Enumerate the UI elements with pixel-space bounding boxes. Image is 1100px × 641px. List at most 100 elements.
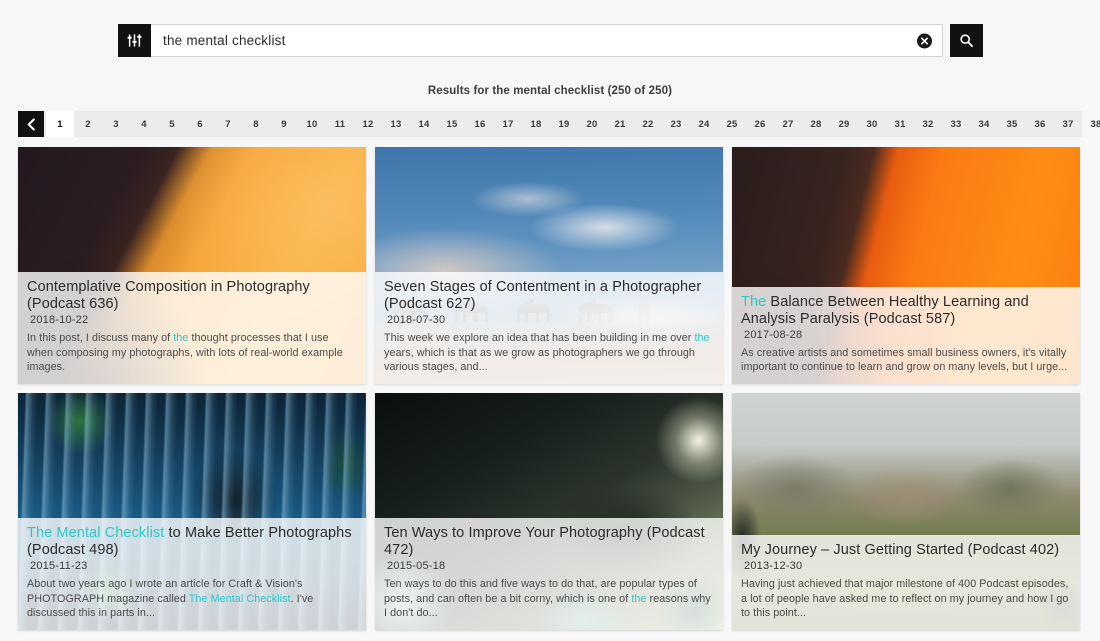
card-date: 2018-10-22 <box>30 314 357 326</box>
card-title-highlight: The <box>741 294 766 310</box>
card-title[interactable]: The Balance Between Healthy Learning and… <box>741 294 1071 328</box>
chevron-left-icon <box>26 118 37 131</box>
pagination-page-13[interactable]: 13 <box>382 111 410 137</box>
pagination-page-38[interactable]: 38 <box>1082 111 1100 137</box>
pagination-page-31[interactable]: 31 <box>886 111 914 137</box>
card-excerpt-highlight: the <box>694 332 709 344</box>
sliders-icon <box>127 33 142 48</box>
pagination-page-28[interactable]: 28 <box>802 111 830 137</box>
pagination-page-15[interactable]: 15 <box>438 111 466 137</box>
card-title-text: Balance Between Healthy Learning and Ana… <box>741 294 1029 327</box>
pagination-page-5[interactable]: 5 <box>158 111 186 137</box>
card-text-overlay: My Journey – Just Getting Started (Podca… <box>732 535 1080 630</box>
card-date: 2015-05-18 <box>387 560 714 572</box>
pagination-page-26[interactable]: 26 <box>746 111 774 137</box>
result-card[interactable]: Seven Stages of Contentment in a Photogr… <box>375 147 723 384</box>
pagination-page-21[interactable]: 21 <box>606 111 634 137</box>
card-excerpt-text: This week we explore an idea that has be… <box>384 332 694 344</box>
card-excerpt: About two years ago I wrote an article f… <box>27 577 357 620</box>
card-excerpt-text: In this post, I discuss many of <box>27 332 173 344</box>
pagination-page-4[interactable]: 4 <box>130 111 158 137</box>
pagination-page-25[interactable]: 25 <box>718 111 746 137</box>
card-title[interactable]: My Journey – Just Getting Started (Podca… <box>741 542 1071 559</box>
pagination-page-24[interactable]: 24 <box>690 111 718 137</box>
pagination-page-27[interactable]: 27 <box>774 111 802 137</box>
results-summary: Results for the mental checklist (250 of… <box>0 85 1100 97</box>
pagination-page-22[interactable]: 22 <box>634 111 662 137</box>
card-excerpt: This week we explore an idea that has be… <box>384 331 714 374</box>
card-date: 2017-08-28 <box>744 329 1071 341</box>
card-excerpt: As creative artists and sometimes small … <box>741 346 1071 374</box>
result-card[interactable]: Ten Ways to Improve Your Photography (Po… <box>375 393 723 630</box>
card-excerpt: In this post, I discuss many of the thou… <box>27 331 357 374</box>
pagination-page-33[interactable]: 33 <box>942 111 970 137</box>
card-excerpt-highlight: the <box>173 332 188 344</box>
card-date: 2015-11-23 <box>30 560 357 572</box>
search-results-page: Results for the mental checklist (250 of… <box>0 0 1100 641</box>
search-bar <box>118 24 983 57</box>
card-title-text: My Journey – Just Getting Started (Podca… <box>741 542 1059 558</box>
pagination-page-30[interactable]: 30 <box>858 111 886 137</box>
card-text-overlay: The Mental Checklist to Make Better Phot… <box>18 518 366 630</box>
pagination-page-34[interactable]: 34 <box>970 111 998 137</box>
pagination-page-3[interactable]: 3 <box>102 111 130 137</box>
pagination-page-8[interactable]: 8 <box>242 111 270 137</box>
card-excerpt-text: years, which is that as we grow as photo… <box>384 347 695 373</box>
pagination-page-29[interactable]: 29 <box>830 111 858 137</box>
card-title-text: Ten Ways to Improve Your Photography (Po… <box>384 525 705 558</box>
clear-search-button[interactable] <box>917 33 932 48</box>
pagination-page-36[interactable]: 36 <box>1026 111 1054 137</box>
card-text-overlay: The Balance Between Healthy Learning and… <box>732 287 1080 384</box>
card-title-text: Contemplative Composition in Photography… <box>27 279 310 312</box>
pagination-page-17[interactable]: 17 <box>494 111 522 137</box>
card-text-overlay: Contemplative Composition in Photography… <box>18 272 366 384</box>
pagination-page-20[interactable]: 20 <box>578 111 606 137</box>
card-title[interactable]: The Mental Checklist to Make Better Phot… <box>27 525 357 559</box>
card-excerpt-text: Having just achieved that major mileston… <box>741 578 1068 618</box>
search-filter-button[interactable] <box>118 24 151 57</box>
card-excerpt: Ten ways to do this and five ways to do … <box>384 577 714 620</box>
pagination-page-9[interactable]: 9 <box>270 111 298 137</box>
pagination-page-37[interactable]: 37 <box>1054 111 1082 137</box>
pagination-prev-button[interactable] <box>18 111 44 137</box>
results-grid: Contemplative Composition in Photography… <box>18 147 1082 632</box>
pagination-page-6[interactable]: 6 <box>186 111 214 137</box>
pagination-page-35[interactable]: 35 <box>998 111 1026 137</box>
pagination-page-14[interactable]: 14 <box>410 111 438 137</box>
pagination-numbers: 1234567891011121314151617181920212223242… <box>44 111 1100 137</box>
result-card[interactable]: The Balance Between Healthy Learning and… <box>732 147 1080 384</box>
submit-search-button[interactable] <box>950 24 983 57</box>
result-card[interactable]: The Mental Checklist to Make Better Phot… <box>18 393 366 630</box>
card-excerpt-highlight: The Mental Checklist <box>189 593 291 605</box>
pagination-page-2[interactable]: 2 <box>74 111 102 137</box>
pagination: 1234567891011121314151617181920212223242… <box>18 111 1082 137</box>
pagination-page-1[interactable]: 1 <box>46 111 74 137</box>
card-title[interactable]: Contemplative Composition in Photography… <box>27 279 357 313</box>
card-title[interactable]: Seven Stages of Contentment in a Photogr… <box>384 279 714 313</box>
pagination-page-32[interactable]: 32 <box>914 111 942 137</box>
search-icon <box>959 33 974 48</box>
card-excerpt: Having just achieved that major mileston… <box>741 577 1071 620</box>
search-field-wrapper <box>151 24 943 57</box>
result-card[interactable]: My Journey – Just Getting Started (Podca… <box>732 393 1080 630</box>
card-title-text: Seven Stages of Contentment in a Photogr… <box>384 279 701 312</box>
card-excerpt-highlight: the <box>631 593 646 605</box>
pagination-page-19[interactable]: 19 <box>550 111 578 137</box>
card-excerpt-text: As creative artists and sometimes small … <box>741 347 1067 373</box>
result-card[interactable]: Contemplative Composition in Photography… <box>18 147 366 384</box>
pagination-page-10[interactable]: 10 <box>298 111 326 137</box>
pagination-page-16[interactable]: 16 <box>466 111 494 137</box>
card-date: 2018-07-30 <box>387 314 714 326</box>
close-icon <box>920 36 929 45</box>
search-input[interactable] <box>151 25 942 56</box>
card-text-overlay: Ten Ways to Improve Your Photography (Po… <box>375 518 723 630</box>
card-date: 2013-12-30 <box>744 560 1071 572</box>
card-text-overlay: Seven Stages of Contentment in a Photogr… <box>375 272 723 384</box>
card-title[interactable]: Ten Ways to Improve Your Photography (Po… <box>384 525 714 559</box>
pagination-page-7[interactable]: 7 <box>214 111 242 137</box>
pagination-page-12[interactable]: 12 <box>354 111 382 137</box>
pagination-page-18[interactable]: 18 <box>522 111 550 137</box>
pagination-page-23[interactable]: 23 <box>662 111 690 137</box>
pagination-page-11[interactable]: 11 <box>326 111 354 137</box>
card-title-highlight: The Mental Checklist <box>27 525 164 541</box>
